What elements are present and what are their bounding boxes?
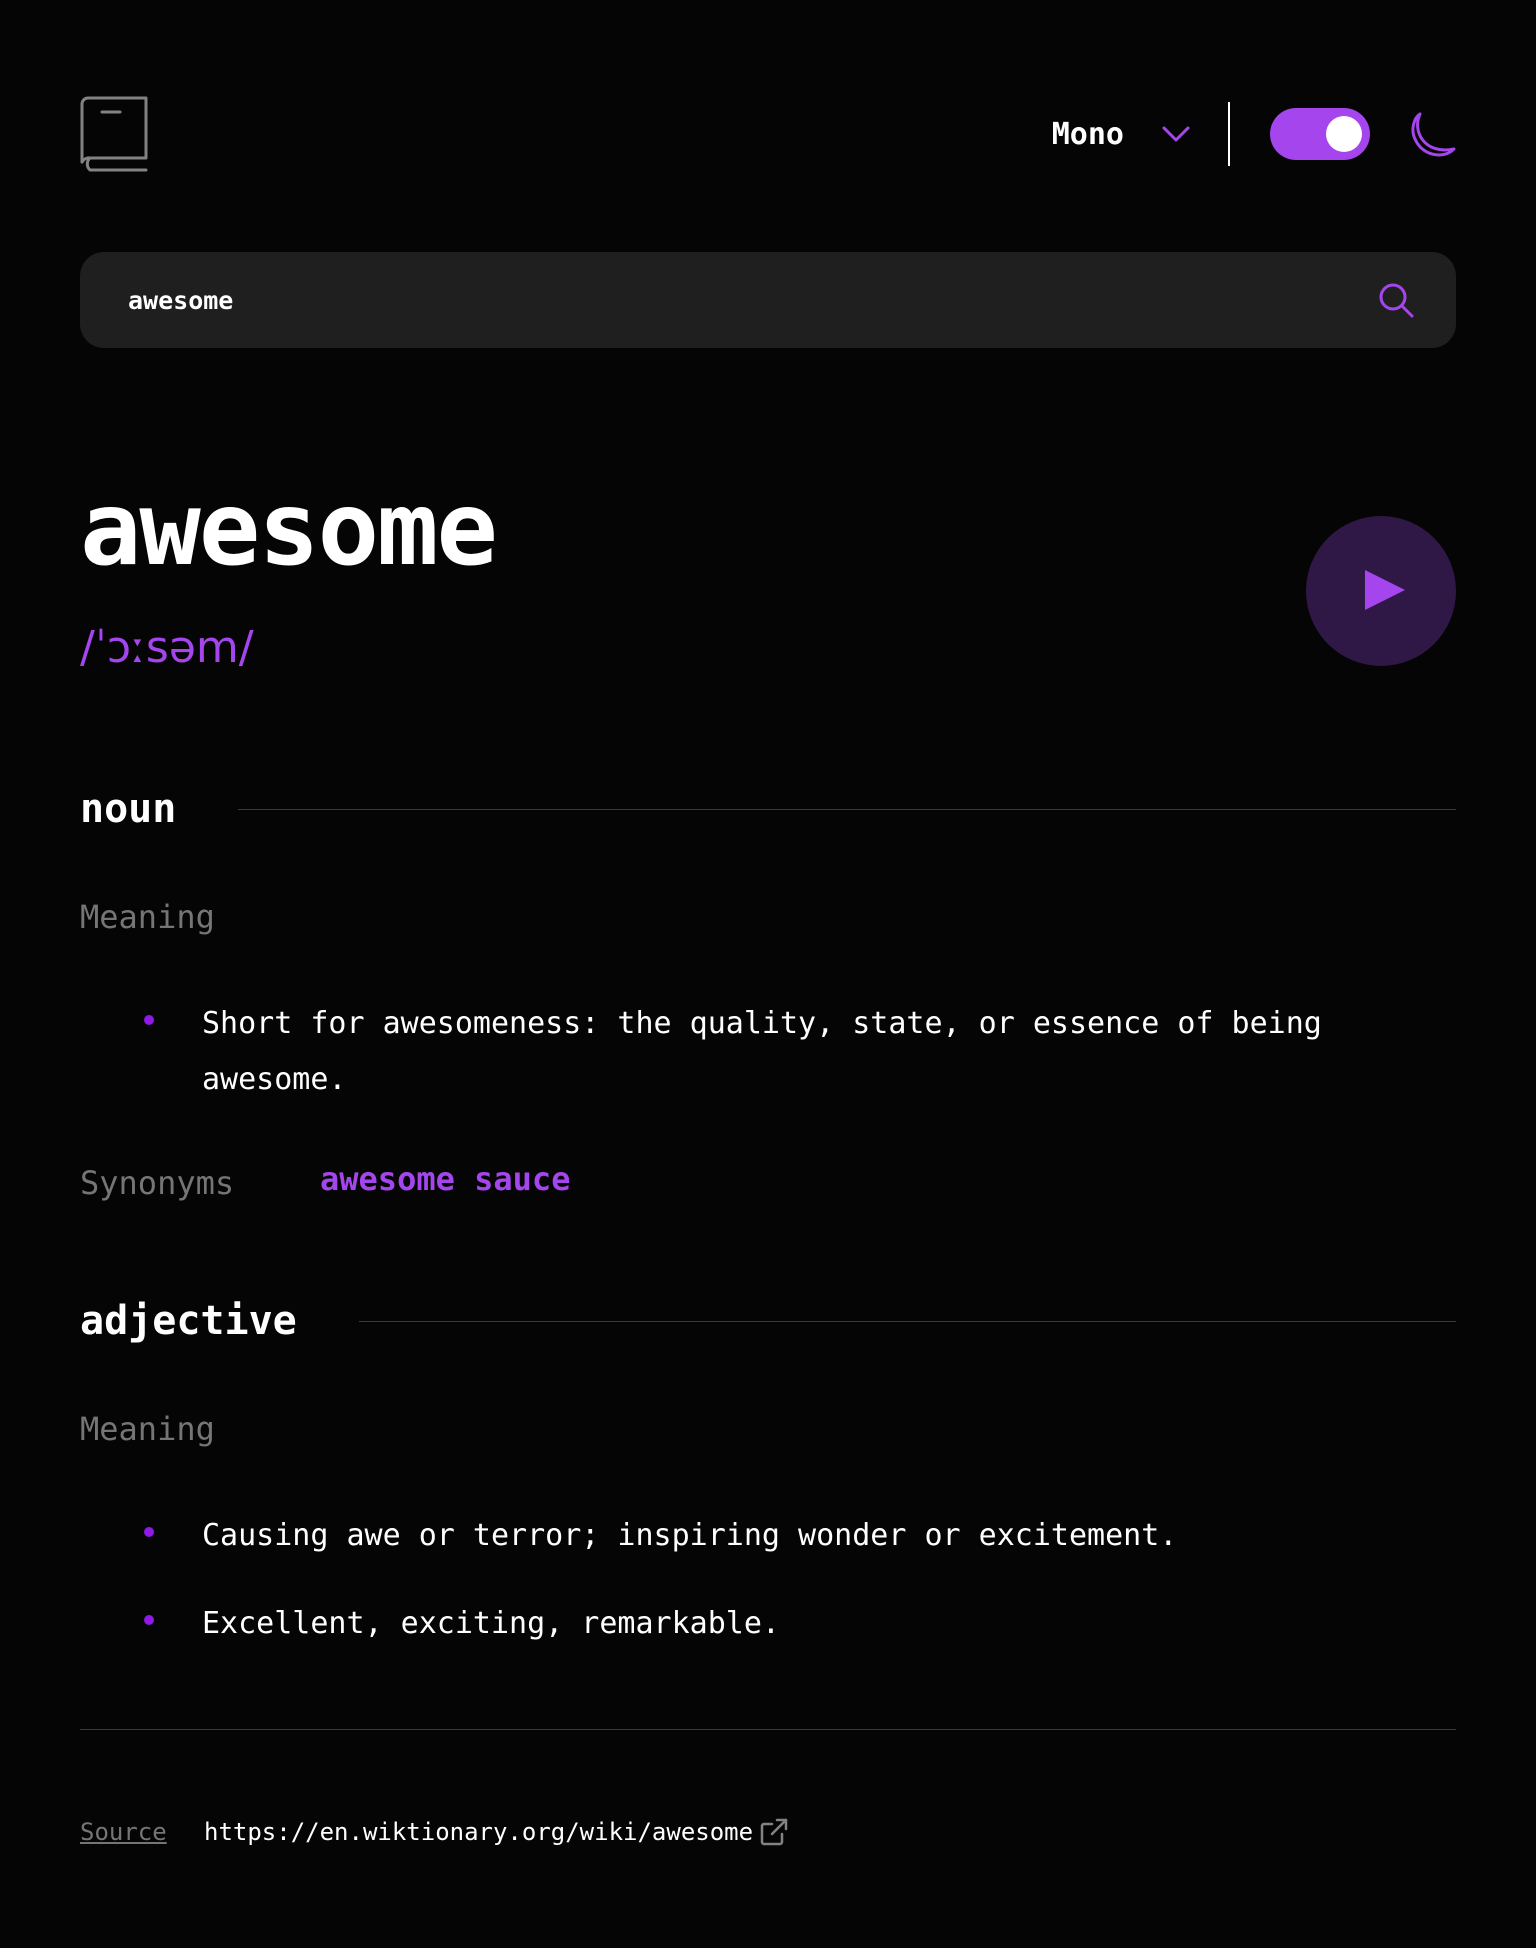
bullet bbox=[144, 1615, 154, 1625]
part-of-speech-adjective: adjective bbox=[80, 1298, 1456, 1344]
bullet bbox=[144, 1527, 154, 1537]
search-bar bbox=[80, 252, 1456, 348]
synonyms-label: Synonyms bbox=[80, 1164, 235, 1202]
footer-divider bbox=[80, 1729, 1456, 1730]
section-divider bbox=[358, 1320, 1456, 1322]
moon-icon bbox=[1411, 112, 1456, 157]
external-link-icon[interactable] bbox=[760, 1818, 788, 1846]
theme-toggle-knob bbox=[1326, 116, 1362, 152]
meaning-label: Meaning bbox=[80, 1410, 215, 1448]
definition-item: Causing awe or terror; inspiring wonder … bbox=[202, 1518, 1178, 1553]
phonetic: /ˈɔːsəm/ bbox=[80, 622, 254, 673]
header-divider bbox=[1228, 102, 1230, 166]
part-of-speech-label: noun bbox=[80, 786, 177, 832]
meaning-label: Meaning bbox=[80, 898, 215, 936]
section-divider bbox=[238, 808, 1456, 810]
word-title: awesome bbox=[80, 470, 498, 589]
search-icon[interactable] bbox=[1378, 282, 1414, 318]
bullet bbox=[144, 1015, 154, 1025]
source-label: Source bbox=[80, 1818, 167, 1846]
play-icon bbox=[1365, 570, 1405, 610]
app-header: Mono bbox=[80, 96, 1456, 172]
part-of-speech-noun: noun bbox=[80, 786, 1456, 832]
chevron-down-icon bbox=[1162, 126, 1190, 142]
search-input[interactable] bbox=[128, 252, 1328, 348]
dictionary-app: Mono awesome /ˈɔːsəm/ noun bbox=[80, 0, 1456, 1948]
font-select-label: Mono bbox=[1051, 116, 1124, 152]
definition-item: Excellent, exciting, remarkable. bbox=[202, 1606, 780, 1641]
header-controls: Mono bbox=[1052, 96, 1456, 172]
synonym-link[interactable]: awesome sauce bbox=[320, 1160, 570, 1198]
book-icon[interactable] bbox=[80, 96, 148, 172]
definition-item: Short for awesomeness: the quality, stat… bbox=[202, 1006, 1322, 1097]
theme-toggle[interactable] bbox=[1270, 108, 1370, 160]
source-link[interactable]: https://en.wiktionary.org/wiki/awesome bbox=[204, 1818, 753, 1846]
part-of-speech-label: adjective bbox=[80, 1298, 297, 1344]
play-button[interactable] bbox=[1306, 516, 1456, 666]
font-select[interactable]: Mono bbox=[1052, 117, 1190, 152]
